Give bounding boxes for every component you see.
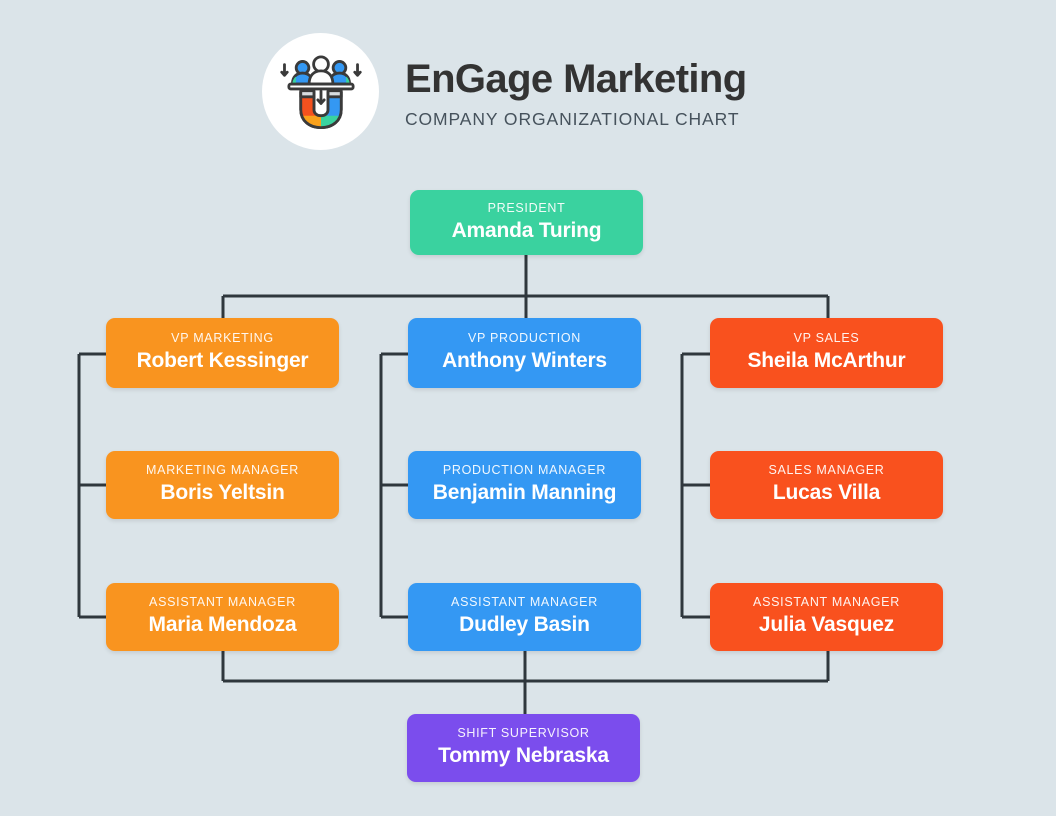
- node-sales-manager-role: SALES MANAGER: [768, 463, 885, 478]
- node-sales-assistant-name: Julia Vasquez: [758, 613, 895, 637]
- node-vp-sales[interactable]: VP SALES Sheila McArthur: [710, 318, 943, 388]
- header-text-block: EnGage Marketing COMPANY ORGANIZATIONAL …: [405, 54, 747, 130]
- node-shift-supervisor-name: Tommy Nebraska: [438, 744, 609, 768]
- node-president-role: PRESIDENT: [487, 200, 566, 215]
- node-vp-marketing-name: Robert Kessinger: [136, 349, 309, 373]
- node-marketing-manager[interactable]: MARKETING MANAGER Boris Yeltsin: [106, 451, 339, 519]
- page-title: EnGage Marketing: [405, 56, 747, 101]
- node-president[interactable]: PRESIDENT Amanda Turing: [410, 190, 643, 255]
- node-vp-marketing-role: VP MARKETING: [171, 331, 274, 346]
- node-production-assistant-role: ASSISTANT MANAGER: [451, 595, 598, 610]
- node-production-manager-role: PRODUCTION MANAGER: [442, 463, 607, 478]
- node-shift-supervisor[interactable]: SHIFT SUPERVISOR Tommy Nebraska: [407, 714, 640, 782]
- node-vp-production-name: Anthony Winters: [442, 349, 607, 373]
- company-logo: [262, 33, 379, 150]
- node-marketing-assistant-name: Maria Mendoza: [148, 613, 297, 637]
- node-marketing-manager-role: MARKETING MANAGER: [146, 463, 299, 478]
- node-production-manager[interactable]: PRODUCTION MANAGER Benjamin Manning: [408, 451, 641, 519]
- node-marketing-assistant[interactable]: ASSISTANT MANAGER Maria Mendoza: [106, 583, 339, 651]
- node-marketing-manager-name: Boris Yeltsin: [160, 481, 285, 505]
- node-production-manager-name: Benjamin Manning: [432, 481, 617, 505]
- node-vp-marketing[interactable]: VP MARKETING Robert Kessinger: [106, 318, 339, 388]
- magnet-people-logo-icon: [279, 54, 362, 129]
- node-president-name: Amanda Turing: [451, 218, 602, 242]
- node-vp-sales-name: Sheila McArthur: [747, 349, 906, 373]
- node-shift-supervisor-role: SHIFT SUPERVISOR: [457, 726, 590, 741]
- node-vp-sales-role: VP SALES: [793, 331, 860, 346]
- node-sales-manager-name: Lucas Villa: [772, 481, 881, 505]
- org-chart-canvas: EnGage Marketing COMPANY ORGANIZATIONAL …: [0, 0, 1056, 816]
- node-sales-assistant-role: ASSISTANT MANAGER: [753, 595, 900, 610]
- node-sales-manager[interactable]: SALES MANAGER Lucas Villa: [710, 451, 943, 519]
- page-subtitle: COMPANY ORGANIZATIONAL CHART: [405, 108, 740, 129]
- node-marketing-assistant-role: ASSISTANT MANAGER: [149, 595, 296, 610]
- node-production-assistant[interactable]: ASSISTANT MANAGER Dudley Basin: [408, 583, 641, 651]
- chart-header: EnGage Marketing COMPANY ORGANIZATIONAL …: [262, 33, 747, 150]
- node-production-assistant-name: Dudley Basin: [459, 613, 590, 637]
- node-vp-production[interactable]: VP PRODUCTION Anthony Winters: [408, 318, 641, 388]
- node-vp-production-role: VP PRODUCTION: [467, 331, 582, 346]
- node-sales-assistant[interactable]: ASSISTANT MANAGER Julia Vasquez: [710, 583, 943, 651]
